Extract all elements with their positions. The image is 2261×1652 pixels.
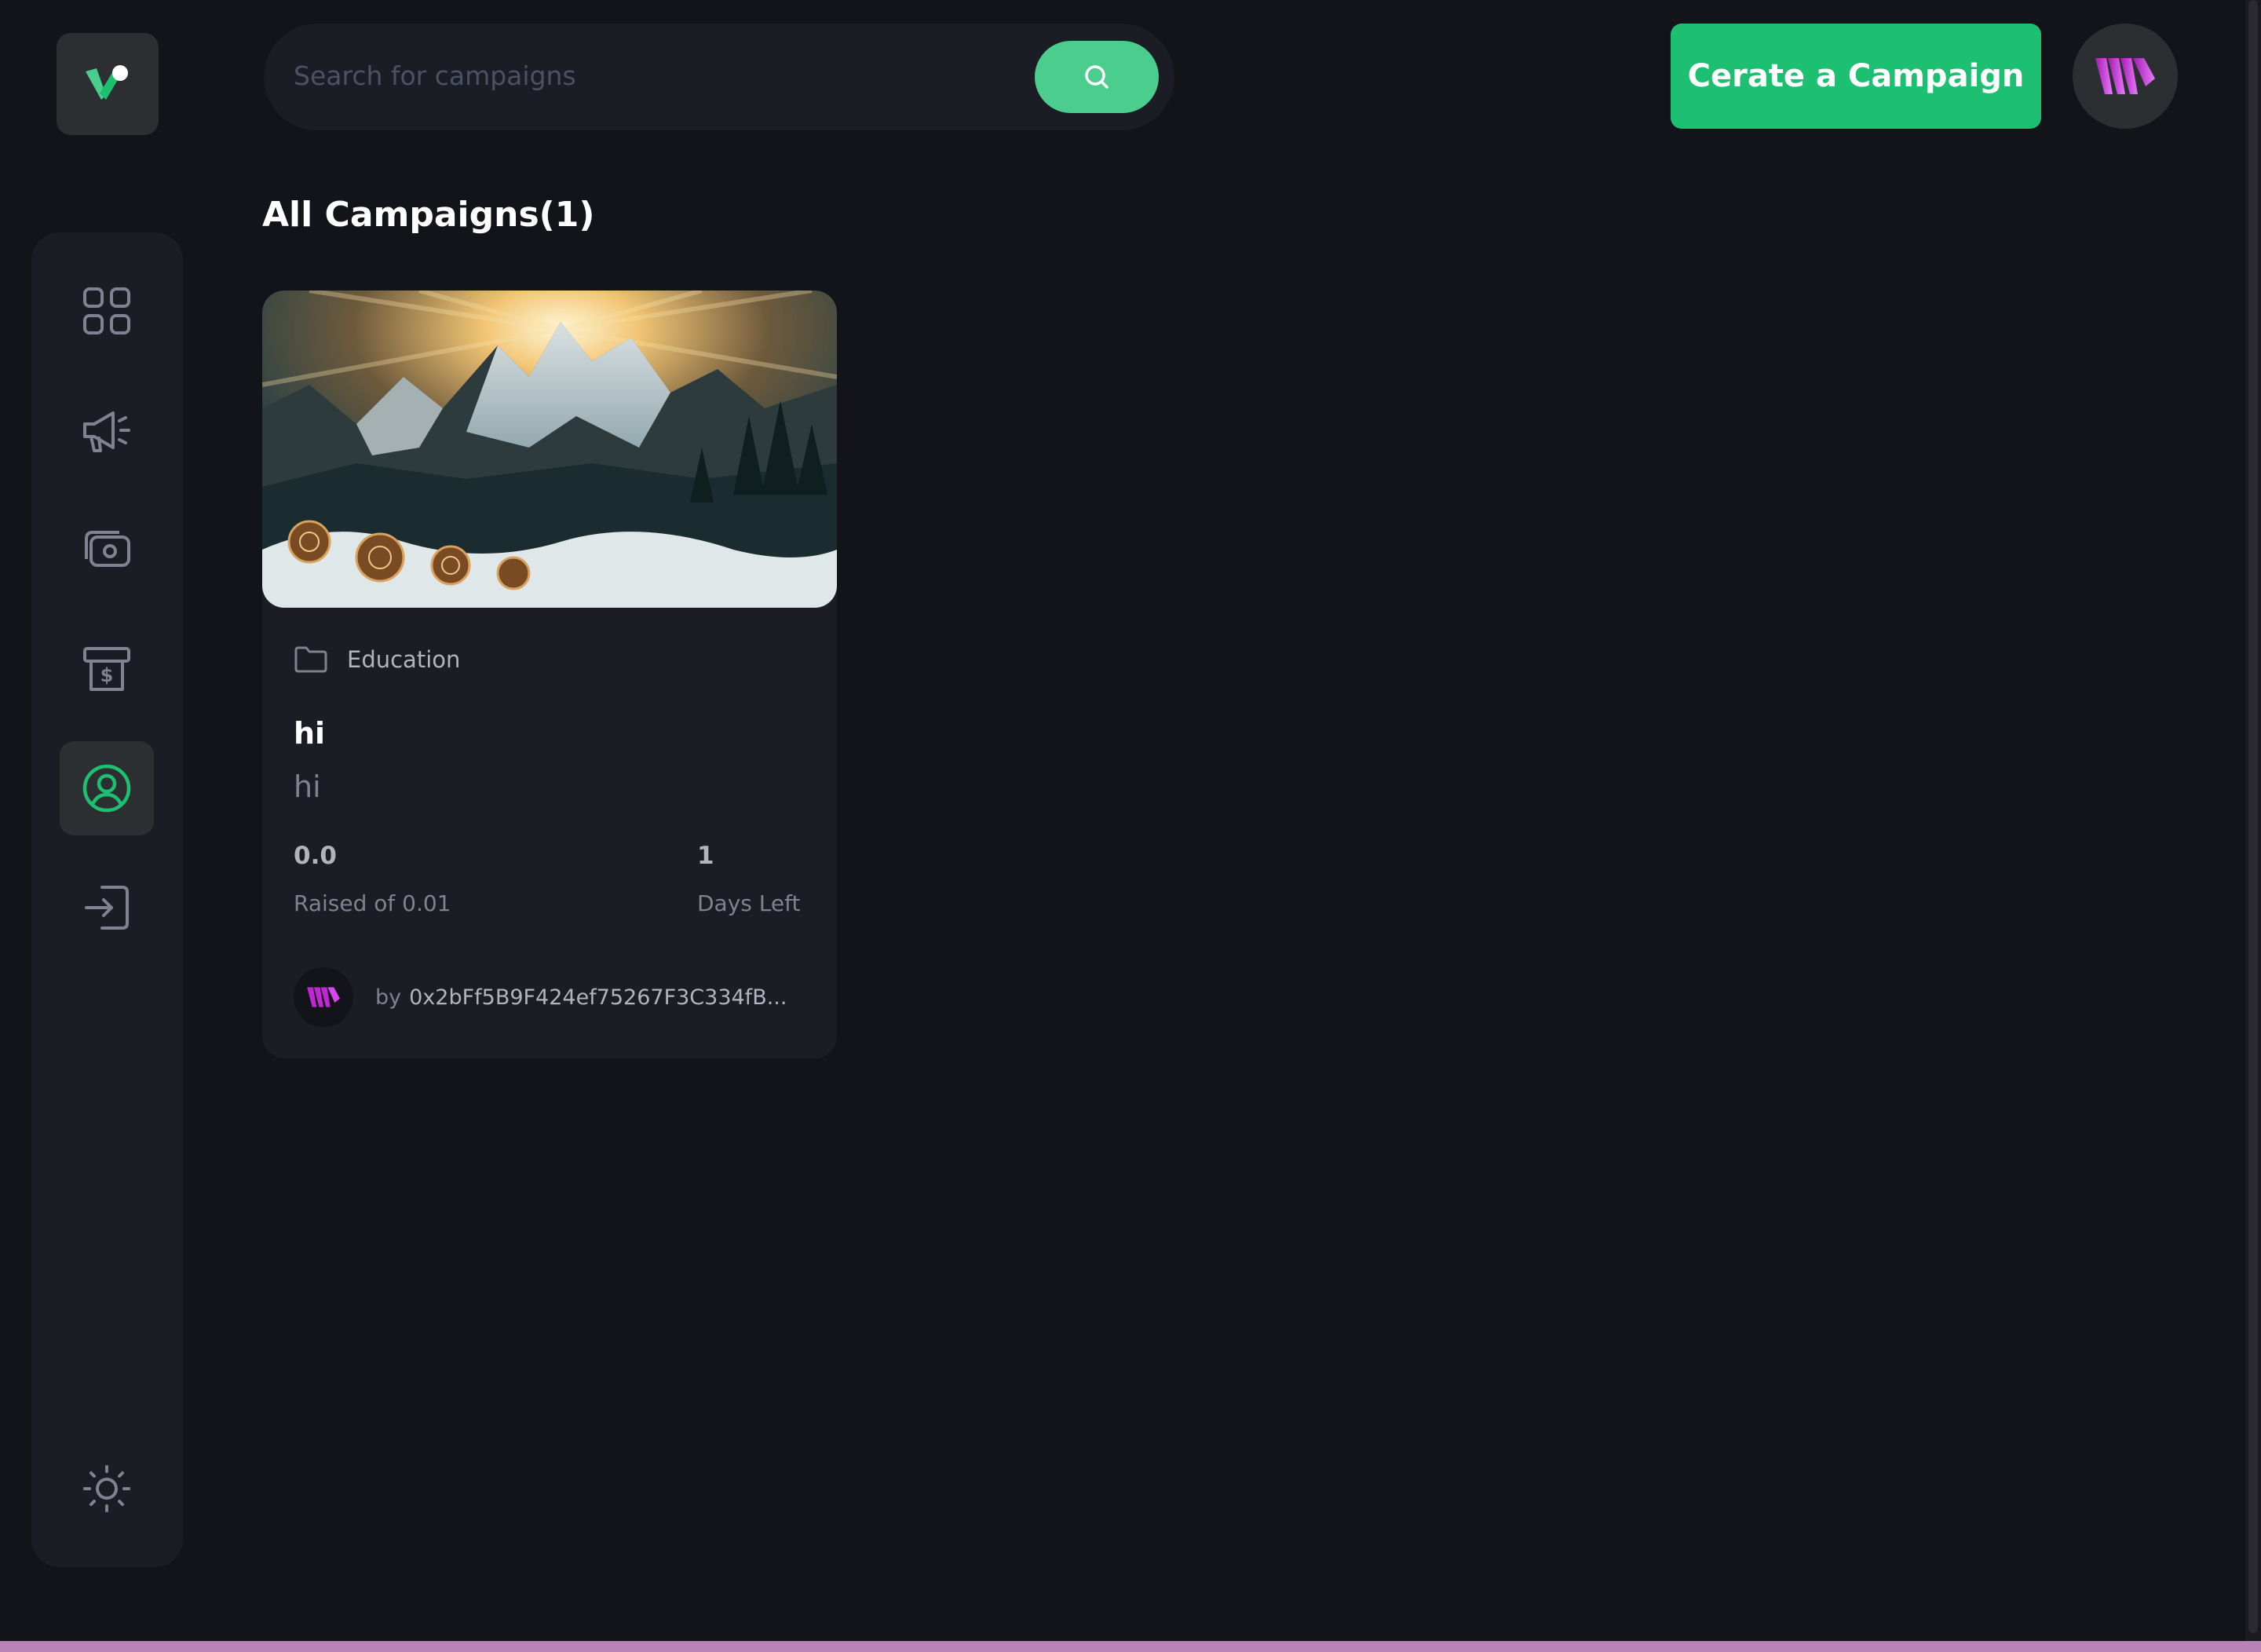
- campaign-image: [262, 291, 837, 608]
- search-input[interactable]: [292, 47, 1030, 104]
- brand-logo-icon: [86, 65, 128, 100]
- create-campaign-button[interactable]: Cerate a Campaign: [1671, 24, 2041, 129]
- theme-toggle[interactable]: [60, 1442, 154, 1536]
- campaign-title: hi: [294, 716, 326, 751]
- category-label: Education: [347, 646, 461, 673]
- search-icon: [1085, 65, 1109, 89]
- folder-icon: [294, 646, 327, 673]
- bottom-bar: [0, 1641, 2261, 1652]
- owner-prefix: by: [375, 985, 402, 1010]
- user-circle-icon: [82, 764, 131, 813]
- campaign-card[interactable]: Education hi hi 0.0 Raised of 0.01 1 Day…: [262, 291, 837, 1058]
- search-bar: [264, 24, 1174, 130]
- app-root: $ Search for campaigns Cerate a Campaign…: [0, 0, 2261, 1652]
- raised-value: 0.0: [294, 842, 337, 870]
- days-left-label: Days Left: [697, 890, 801, 916]
- sidebar-item-withdraw[interactable]: $: [60, 622, 154, 716]
- svg-text:$: $: [100, 664, 114, 686]
- search-button[interactable]: [1035, 41, 1159, 113]
- campaign-description: hi: [294, 769, 321, 804]
- wallet-avatar-icon: [2095, 58, 2155, 94]
- owner-address: 0x2bFf5B9F424ef75267F3C334fB...: [409, 985, 787, 1010]
- page-title: All Campaigns(1): [262, 195, 595, 235]
- sidebar-item-campaign[interactable]: [60, 383, 154, 477]
- logout-icon: [85, 886, 129, 930]
- sidebar: $: [31, 232, 183, 1567]
- page-scrollbar[interactable]: [2245, 0, 2261, 1641]
- brand-logo[interactable]: [57, 33, 159, 135]
- sidebar-item-profile[interactable]: [60, 741, 154, 835]
- sidebar-item-dashboard[interactable]: [60, 264, 154, 358]
- withdraw-icon: $: [83, 647, 130, 691]
- days-left-value: 1: [697, 842, 714, 870]
- sidebar-item-logout[interactable]: [60, 861, 154, 955]
- campaign-category: Education: [294, 642, 460, 677]
- scrollbar-thumb[interactable]: [2248, 0, 2258, 1633]
- sun-icon: [83, 1465, 130, 1512]
- raised-label: Raised of 0.01: [294, 890, 451, 916]
- campaign-owner: by 0x2bFf5B9F424ef75267F3C334fB...: [294, 967, 787, 1027]
- megaphone-icon: [83, 411, 130, 452]
- owner-avatar: [294, 967, 353, 1027]
- wallet-avatar-icon: [307, 987, 340, 1007]
- grid-icon: [83, 287, 130, 334]
- payment-icon: [85, 531, 130, 567]
- sidebar-item-payment[interactable]: [60, 503, 154, 597]
- avatar[interactable]: [2073, 24, 2178, 129]
